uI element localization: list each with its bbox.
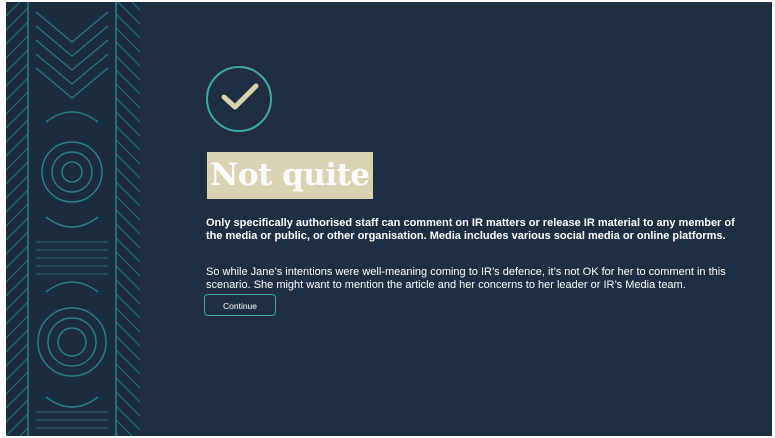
- title-highlight: Not quite: [207, 152, 373, 199]
- check-icon: [221, 83, 259, 110]
- feedback-bold-message: Only specifically authorised staff can c…: [206, 217, 735, 242]
- decorative-kowhaiwhai-pattern: [6, 2, 140, 436]
- feedback-message: So while Jane’s intentions were well-mea…: [206, 266, 726, 291]
- status-circle: [206, 66, 272, 132]
- feedback-title: Not quite: [210, 157, 370, 193]
- feedback-screen: Not quite Only specifically authorised s…: [6, 2, 772, 436]
- continue-button[interactable]: Continue: [204, 294, 276, 316]
